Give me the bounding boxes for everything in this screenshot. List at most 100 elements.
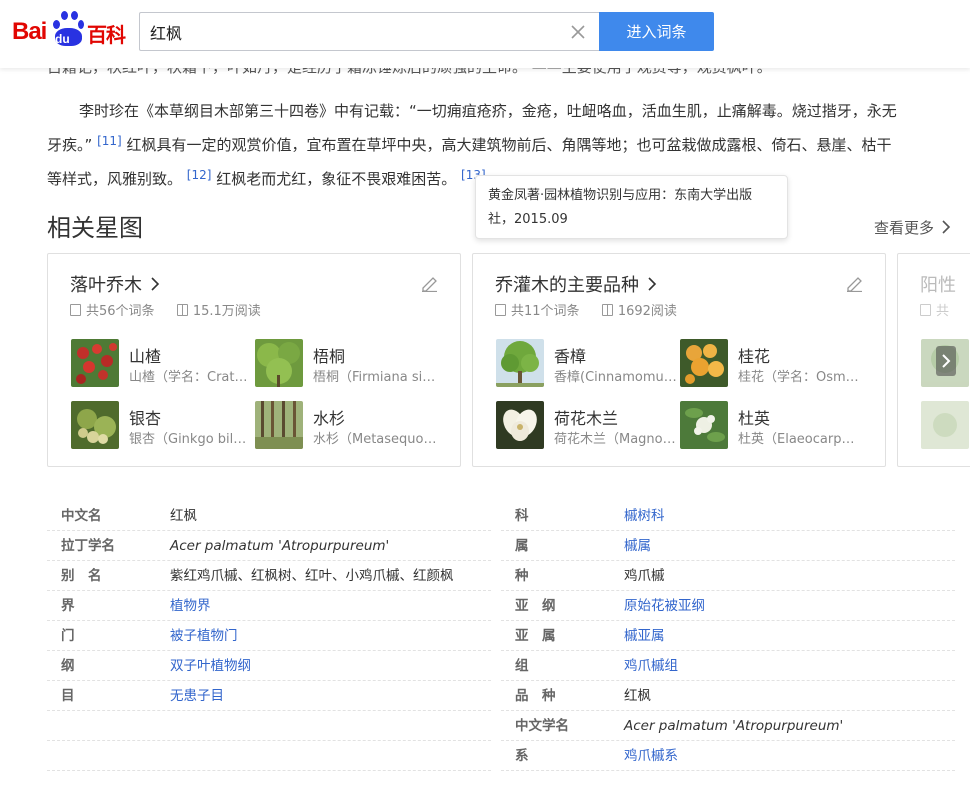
carousel-next-button[interactable]	[936, 346, 956, 376]
top-header: Bai du 百科 进入词条	[0, 0, 970, 68]
info-key: 品 种	[515, 688, 556, 704]
item-name: 杜英	[738, 409, 771, 428]
info-key: 组	[515, 658, 529, 674]
pencil-icon[interactable]	[420, 274, 438, 292]
info-row: 拉丁学名 Acer palmatum 'Atropurpureum'	[47, 531, 491, 561]
info-key: 中文名	[61, 508, 102, 524]
info-key: 纲	[61, 658, 75, 674]
info-row: 别 名 紫红鸡爪槭、红枫树、红叶、小鸡爪槭、红颜枫	[47, 561, 491, 591]
item-name: 香樟	[554, 347, 587, 366]
info-row: 门 被子植物门	[47, 621, 491, 651]
card-item[interactable]: 山楂 山楂（学名：Crataegus pinnatifida）	[71, 339, 256, 387]
info-row: 属 槭属	[501, 531, 955, 561]
info-value-link[interactable]: 槭亚属	[624, 621, 665, 651]
item-desc: 水杉（Metasequoia）	[313, 432, 437, 447]
card-meta: 共	[920, 300, 949, 319]
info-value-link[interactable]: 植物界	[170, 591, 211, 621]
info-key: 亚 属	[515, 628, 556, 644]
star-map-card[interactable]: 落叶乔木 共56个词条 15.1万阅读 山楂 山楂（学名：Crataegus p…	[47, 253, 461, 467]
book-icon	[601, 304, 613, 316]
card-item[interactable]: 银杏 银杏（Ginkgo biloba）	[71, 401, 256, 449]
info-value-link[interactable]: 被子植物门	[170, 621, 238, 651]
info-key: 中文学名	[515, 718, 569, 734]
search-input[interactable]	[150, 13, 550, 50]
para-line-3b: 红枫老而尤红，象征不畏艰难困苦。	[216, 170, 457, 186]
info-value-link[interactable]: 槭树科	[624, 501, 665, 531]
card-item[interactable]: 梧桐 梧桐（Firmiana simplex）	[255, 339, 440, 387]
info-value-link[interactable]: 无患子目	[170, 681, 224, 711]
tree-thumbnail	[921, 401, 969, 449]
info-row: 组 鸡爪槭组	[501, 651, 955, 681]
card-item[interactable]: 桂花 桂花（学名：Osmanthus）	[680, 339, 865, 387]
ginkgo-thumbnail	[71, 401, 119, 449]
card-item[interactable]: 杜英 杜英（Elaeocarpus）	[680, 401, 865, 449]
document-icon	[920, 304, 931, 316]
see-more-link[interactable]: 查看更多	[874, 217, 951, 238]
info-value: 红枫	[624, 688, 651, 704]
info-key: 种	[515, 568, 529, 584]
info-row: 纲 双子叶植物纲	[47, 651, 491, 681]
reference-12[interactable]: [12]	[187, 168, 212, 182]
card-meta: 共11个词条 1692阅读	[495, 300, 677, 319]
chevron-right-icon	[942, 220, 950, 234]
star-map-card[interactable]: 阳性 共	[897, 253, 970, 467]
card-meta: 共56个词条 15.1万阅读	[70, 300, 261, 319]
info-key: 界	[61, 598, 75, 614]
info-value-link[interactable]: 鸡爪槭组	[624, 651, 678, 681]
item-desc: 桂花（学名：Osmanthus）	[738, 370, 862, 385]
clear-icon[interactable]	[568, 22, 588, 42]
enter-entry-button[interactable]: 进入词条	[599, 12, 714, 51]
search-box	[139, 12, 600, 51]
read-count: 1692阅读	[617, 304, 677, 319]
info-value-link[interactable]: 鸡爪槭系	[624, 741, 678, 771]
info-value: Acer palmatum 'Atropurpureum'	[170, 538, 390, 554]
logo-baike-text: 百科	[87, 23, 126, 47]
item-name: 水杉	[313, 409, 346, 428]
info-key: 系	[515, 748, 529, 764]
book-icon	[176, 304, 188, 316]
info-value-link[interactable]: 槭属	[624, 531, 651, 561]
entry-count: 共	[936, 304, 950, 319]
card-item[interactable]: 香樟 香樟(Cinnamomum camphora)	[496, 339, 681, 387]
para-line-2: 牙疾。” [11] 红枫具有一定的观赏价值，宜布置在草坪中央，高大建筑物前后、角…	[47, 126, 970, 160]
info-key: 亚 纲	[515, 598, 556, 614]
info-value: 红枫	[170, 508, 197, 524]
item-desc: 香樟(Cinnamomum camphora)	[554, 370, 678, 385]
para-line-1-text: 李时珍在《本草纲目木部第三十四卷》中有记载：“一切痈疽疮疥，金疮，吐衄咯血，活血…	[79, 102, 897, 120]
card-item[interactable]: 水杉 水杉（Metasequoia）	[255, 401, 440, 449]
logo-bai-text: Bai	[12, 18, 47, 45]
card-title[interactable]: 乔灌木的主要品种	[495, 271, 657, 297]
document-icon	[70, 304, 81, 316]
info-row-empty	[47, 741, 491, 771]
item-desc: 荷花木兰（Magnolia）	[554, 432, 678, 447]
para-line-2b: 红枫具有一定的观赏价值，宜布置在草坪中央，高大建筑物前后、角隅等地；也可盆栽做成…	[126, 136, 892, 154]
info-row: 亚 属 槭亚属	[501, 621, 955, 651]
reference-tooltip: 黄金凤著·园林植物识别与应用：东南大学出版社，2015.09	[475, 175, 788, 239]
elaeocarpus-thumbnail	[680, 401, 728, 449]
info-value-link[interactable]: 双子叶植物纲	[170, 651, 251, 681]
info-row: 品 种 红枫	[501, 681, 955, 711]
see-more-label: 查看更多	[874, 219, 935, 237]
para-line-3a: 等样式，风雅别致。	[47, 170, 183, 186]
wutong-thumbnail	[255, 339, 303, 387]
card-title[interactable]: 阳性	[920, 271, 956, 297]
magnolia-thumbnail	[496, 401, 544, 449]
entry-count: 共11个词条	[511, 304, 580, 319]
card-title[interactable]: 落叶乔木	[70, 271, 160, 297]
read-count: 15.1万阅读	[192, 304, 261, 319]
item-desc: 银杏（Ginkgo biloba）	[129, 432, 253, 447]
baidu-baike-logo[interactable]: Bai du 百科	[12, 8, 130, 52]
item-name: 梧桐	[313, 347, 346, 366]
chevron-right-icon	[151, 277, 159, 291]
pencil-icon[interactable]	[845, 274, 863, 292]
item-desc: 杜英（Elaeocarpus）	[738, 432, 862, 447]
card-item[interactable]: 荷花木兰 荷花木兰（Magnolia）	[496, 401, 681, 449]
star-map-card[interactable]: 乔灌木的主要品种 共11个词条 1692阅读 香樟 香樟(Cinnamomum …	[472, 253, 886, 467]
camphor-thumbnail	[496, 339, 544, 387]
reference-11[interactable]: [11]	[97, 134, 122, 148]
info-row-empty	[47, 711, 491, 741]
info-row: 亚 纲 原始花被亚纲	[501, 591, 955, 621]
info-value-link[interactable]: 原始花被亚纲	[624, 591, 705, 621]
item-name: 荷花木兰	[554, 409, 619, 428]
info-value: 紫红鸡爪槭、红枫树、红叶、小鸡爪槭、红颜枫	[170, 568, 454, 584]
